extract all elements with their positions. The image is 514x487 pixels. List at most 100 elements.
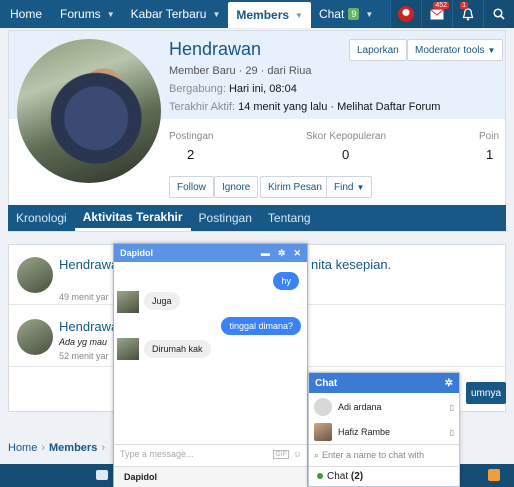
user-avatar-button[interactable]: [390, 0, 421, 28]
avatar[interactable]: [17, 319, 53, 355]
gear-icon[interactable]: ✲: [278, 248, 286, 259]
avatar: [117, 338, 139, 360]
tab-aktivitas-terakhir[interactable]: Aktivitas Terakhir: [74, 205, 191, 231]
stat-points-label: Poin: [479, 131, 500, 142]
moderator-tools-label: Moderator tools: [415, 44, 485, 56]
chat-conversation-window: Dapidol ▬ ✲ ✕ hy Juga tinggal dimana? Di…: [113, 243, 308, 487]
tab-postingan[interactable]: Postingan: [191, 205, 260, 231]
nav-kabar-label: Kabar Terbaru: [130, 7, 207, 21]
send-message-label: Kirim Pesan: [268, 181, 322, 193]
nav-chat[interactable]: Chat 9 ▼: [311, 0, 381, 28]
chat-message-received: Dirumah kak: [144, 340, 211, 358]
chat-user-name: Hafiz Rambe: [338, 427, 391, 437]
tab-aktivitas-label: Aktivitas Terakhir: [82, 209, 183, 224]
follow-button[interactable]: Follow: [169, 176, 214, 198]
joined-value: Hari ini, 08:04: [228, 83, 297, 95]
emoji-icon[interactable]: ☺: [293, 449, 302, 459]
online-status-icon: [317, 473, 323, 479]
chat-list-count: (2): [350, 471, 364, 482]
profile-meta: Member Baru · 29 · dari Riua: [169, 65, 312, 77]
follow-label: Follow: [177, 181, 206, 193]
joined-label: Bergabung:: [169, 83, 226, 95]
profile-name[interactable]: Hendrawan: [169, 39, 261, 60]
tab-kronologi[interactable]: Kronologi: [8, 205, 75, 231]
inbox-button[interactable]: 452: [421, 0, 452, 28]
chat-search-placeholder: Enter a name to chat with: [322, 450, 425, 460]
mobile-icon: ▯: [449, 402, 454, 412]
chat-window-tab-name: Dapidol: [124, 472, 157, 482]
profile-tabs: Kronologi Aktivitas Terakhir Postingan T…: [8, 205, 506, 231]
nav-home[interactable]: Home: [0, 0, 52, 28]
top-nav: Home Forums ▼ Kabar Terbaru ▼ Members ▼ Cha…: [0, 0, 514, 28]
envelope-icon: [430, 8, 444, 19]
chat-count-badge: 9: [348, 8, 360, 20]
last-active-value: 14 menit yang lalu · Melihat Daftar Foru…: [238, 101, 441, 113]
gif-icon[interactable]: GIF: [273, 450, 289, 459]
avatar: [117, 291, 139, 313]
chevron-down-icon[interactable]: ▼: [107, 10, 115, 19]
nav-forums[interactable]: Forums ▼: [52, 0, 123, 28]
ignore-button[interactable]: Ignore: [214, 176, 259, 198]
nav-kabar-terbaru[interactable]: Kabar Terbaru ▼: [123, 0, 229, 28]
chevron-down-icon[interactable]: ▼: [212, 10, 220, 19]
chat-message-sent: hy: [273, 272, 299, 290]
avatar: [314, 423, 332, 441]
stat-reputation-label: Skor Kepopuleran: [306, 131, 387, 142]
chevron-down-icon[interactable]: ▼: [295, 11, 303, 20]
nav-chat-label: Chat: [318, 7, 345, 21]
chat-bubbles-icon[interactable]: [96, 470, 108, 480]
chat-message-sent: tinggal dimana?: [221, 317, 301, 335]
chat-list-toggle[interactable]: Chat (2): [309, 466, 459, 487]
nav-members[interactable]: Members ▼: [228, 2, 311, 28]
chat-list-footer-label: Chat: [327, 471, 349, 482]
breadcrumb-home[interactable]: Home: [8, 442, 37, 454]
profile-card: Hendrawan Member Baru · 29 · dari Riua B…: [8, 30, 506, 232]
video-icon[interactable]: ▬: [261, 248, 270, 258]
activity-time: 52 menit yar: [59, 351, 109, 361]
find-label: Find: [334, 181, 354, 193]
chat-user-row[interactable]: Adi ardana ▯: [309, 395, 459, 419]
breadcrumb: Home › Members ›: [8, 442, 109, 454]
chat-search-input[interactable]: ⌕ Enter a name to chat with: [309, 444, 459, 465]
tab-tentang-label: Tentang: [267, 211, 311, 225]
gear-icon[interactable]: ✲: [445, 378, 453, 389]
activity-title[interactable]: Hendrawa: [59, 257, 118, 272]
search-icon: ⌕: [314, 450, 320, 460]
joined-line: Bergabung: Hari ini, 08:04: [169, 83, 297, 95]
mobile-icon: ▯: [449, 427, 454, 437]
chat-window-header[interactable]: Dapidol ▬ ✲ ✕: [114, 244, 307, 262]
stat-reputation-value: 0: [342, 147, 350, 162]
load-more-button[interactable]: umnya: [466, 382, 506, 404]
search-icon: [493, 8, 505, 20]
tab-tentang[interactable]: Tentang: [260, 205, 319, 231]
alerts-count-badge: 1: [460, 2, 468, 9]
report-button[interactable]: Laporkan: [349, 39, 407, 61]
bell-icon: [462, 7, 474, 20]
inbox-count-badge: 452: [433, 2, 449, 9]
last-active-line: Terakhir Aktif: 14 menit yang lalu · Mel…: [169, 101, 440, 113]
chevron-right-icon: ›: [41, 442, 46, 454]
alerts-button[interactable]: 1: [452, 0, 483, 28]
find-button[interactable]: Find ▼: [326, 176, 373, 198]
tab-kronologi-label: Kronologi: [16, 211, 67, 225]
chat-user-row[interactable]: Hafiz Rambe ▯: [309, 420, 459, 444]
moderator-tools-button[interactable]: Moderator tools ▼: [407, 39, 504, 61]
avatar[interactable]: [17, 257, 53, 293]
chat-list-header[interactable]: Chat ✲: [309, 373, 459, 393]
tab-postingan-label: Postingan: [198, 211, 252, 225]
chat-message-input[interactable]: Type a message... GIF ☺: [114, 444, 307, 466]
breadcrumb-members[interactable]: Members: [49, 442, 97, 454]
activity-snippet: Ada yg mau: [59, 337, 108, 347]
chevron-down-icon[interactable]: ▼: [365, 10, 373, 19]
rss-icon[interactable]: [488, 469, 500, 481]
search-button[interactable]: [483, 0, 514, 28]
send-message-button[interactable]: Kirim Pesan: [260, 176, 330, 198]
close-icon[interactable]: ✕: [293, 248, 301, 259]
avatar: [398, 6, 414, 22]
nav-home-label: Home: [10, 7, 43, 21]
caret-down-icon: ▼: [487, 45, 496, 55]
chat-window-tab[interactable]: Dapidol: [114, 466, 307, 487]
activity-title[interactable]: Hendrawa: [59, 319, 118, 334]
profile-avatar[interactable]: [17, 39, 161, 183]
ignore-label: Ignore: [222, 181, 251, 193]
